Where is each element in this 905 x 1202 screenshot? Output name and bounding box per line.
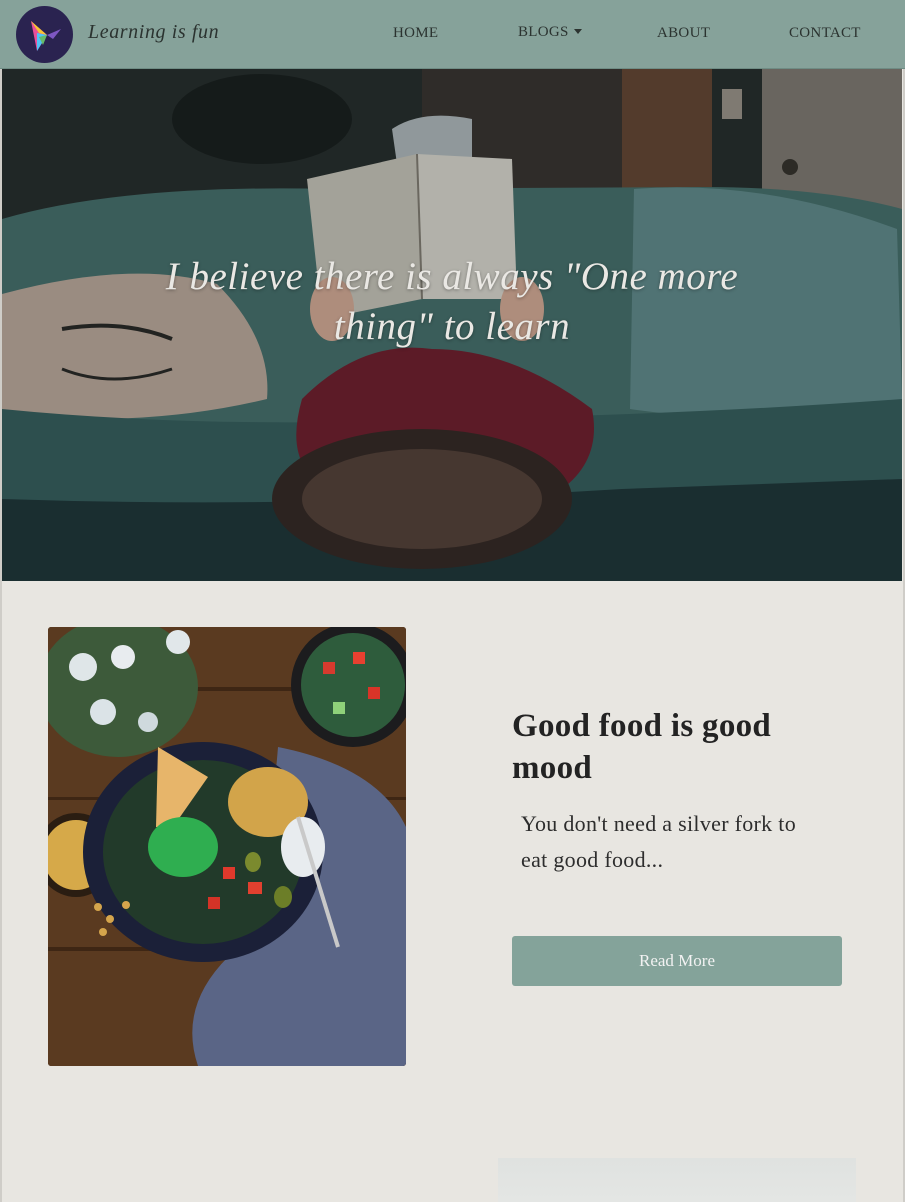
hero-quote: I believe there is always "One more thin… xyxy=(2,252,902,352)
post-title: Good food is good mood xyxy=(512,708,772,786)
caret-down-icon xyxy=(573,29,582,34)
post-excerpt: You don't need a silver fork to eat good… xyxy=(521,811,796,872)
nav-home[interactable]: HOME xyxy=(393,25,438,42)
navbar: Learning is fun HOME BLOGS ABOUT CONTACT xyxy=(0,0,905,69)
nav-blogs[interactable]: BLOGS xyxy=(518,24,582,41)
brand-name[interactable]: Learning is fun xyxy=(88,21,219,44)
hero-banner: I believe there is always "One more thin… xyxy=(2,69,902,581)
nav-blogs-label: BLOGS xyxy=(518,24,569,40)
nav-about[interactable]: ABOUT xyxy=(657,25,710,42)
hummingbird-logo-icon[interactable] xyxy=(16,6,73,63)
read-more-button[interactable]: Read More xyxy=(512,936,842,986)
hero-quote-line1: I believe there is always "One more xyxy=(165,255,739,298)
hero-quote-line2: thing" to learn xyxy=(333,305,571,348)
next-post-image-preview xyxy=(498,1158,856,1202)
nav-contact[interactable]: CONTACT xyxy=(789,25,861,42)
food-bowl-photo xyxy=(48,627,406,1066)
